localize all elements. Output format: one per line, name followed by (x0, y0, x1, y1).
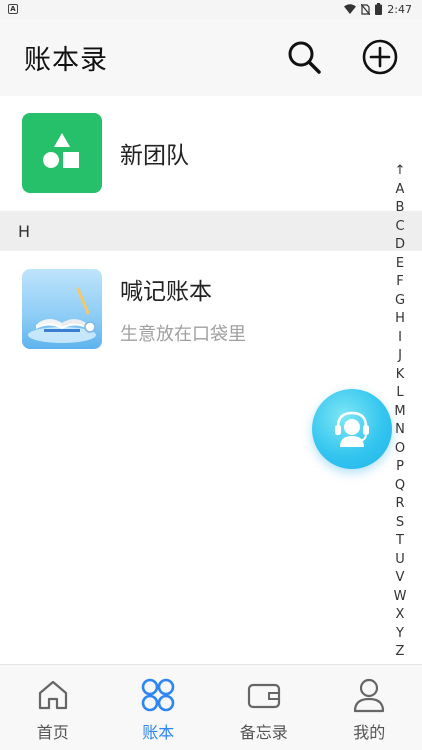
ledger-name: 喊记账本 (120, 279, 212, 305)
alphabet-index-letter[interactable]: R (395, 495, 404, 514)
nav-home[interactable]: 首页 (0, 665, 106, 750)
ledger-list-item[interactable]: 喊记账本 生意放在口袋里 (0, 256, 422, 362)
team-name: 新团队 (120, 143, 189, 169)
alphabet-index-letter[interactable]: Y (396, 625, 404, 644)
alphabet-index-letter[interactable]: N (395, 421, 405, 440)
alphabet-index-letter[interactable]: K (396, 366, 405, 385)
status-bar: A 2:47 (0, 0, 422, 18)
headset-agent-icon (335, 411, 369, 447)
ledger-description: 生意放在口袋里 (120, 324, 246, 345)
alphabet-index-letter[interactable]: S (396, 514, 404, 533)
home-icon (38, 680, 67, 710)
alphabet-index-letter[interactable]: U (395, 551, 405, 570)
wallet-icon (247, 683, 280, 709)
page-title: 账本录 (24, 44, 108, 76)
alphabet-index-letter[interactable]: C (395, 218, 404, 237)
add-circle-icon (362, 39, 398, 75)
app-header: 账本录 (0, 18, 422, 96)
search-icon (288, 41, 321, 74)
alphabet-index-letter[interactable]: O (395, 440, 405, 459)
bottom-navigation: 首页 账本 备忘录 我的 (0, 664, 422, 750)
status-time: 2:47 (387, 2, 412, 16)
alphabet-index-letter[interactable]: J (398, 347, 402, 366)
nav-profile-label: 我的 (353, 723, 386, 742)
alphabet-index-letter[interactable]: F (396, 273, 403, 292)
alphabet-index-letter[interactable]: ↑ (395, 162, 406, 181)
alphabet-index-letter[interactable]: M (394, 403, 405, 422)
alphabet-index-letter[interactable]: B (396, 199, 405, 218)
nav-home-label: 首页 (36, 723, 69, 742)
app-badge-icon: A (8, 4, 18, 14)
nav-profile[interactable]: 我的 (317, 665, 422, 750)
alphabet-index-letter[interactable]: Z (396, 643, 405, 662)
alphabet-index-letter[interactable]: W (394, 588, 407, 607)
wifi-icon (344, 4, 357, 14)
alphabet-index-letter[interactable]: D (395, 236, 405, 255)
ledger-cover-image (22, 269, 102, 349)
alphabet-index-letter[interactable]: I (398, 329, 402, 348)
search-button[interactable] (284, 37, 324, 77)
alphabet-index-letter[interactable]: P (396, 458, 404, 477)
alphabet-index-letter[interactable]: Q (395, 477, 405, 496)
nav-ledger[interactable]: 账本 (106, 665, 212, 750)
shapes-icon (43, 133, 79, 168)
nav-memo-label: 备忘录 (239, 723, 288, 742)
no-sim-icon (361, 3, 371, 15)
team-avatar (22, 113, 102, 193)
person-icon (354, 678, 385, 713)
alphabet-index-letter[interactable]: V (396, 569, 405, 588)
alphabet-index-letter[interactable]: L (396, 384, 403, 403)
alphabet-index-letter[interactable]: E (396, 255, 404, 274)
nav-memo[interactable]: 备忘录 (211, 665, 317, 750)
section-header: H (0, 211, 422, 251)
nav-ledger-label: 账本 (142, 723, 175, 742)
alphabet-index-letter[interactable]: A (396, 181, 405, 200)
customer-service-button[interactable] (312, 389, 392, 469)
alphabet-index-letter[interactable]: H (395, 310, 405, 329)
alphabet-index[interactable]: ↑ A B C D E F G H I J K L M N O P Q R S T U V W X Y Z (392, 162, 408, 662)
battery-icon (375, 3, 383, 15)
add-button[interactable] (360, 37, 400, 77)
alphabet-index-letter[interactable]: T (396, 532, 404, 551)
alphabet-index-letter[interactable]: G (395, 292, 405, 311)
team-list-item[interactable]: 新团队 (0, 96, 422, 210)
alphabet-index-letter[interactable]: X (396, 606, 405, 625)
grid-circles-icon (141, 678, 175, 712)
